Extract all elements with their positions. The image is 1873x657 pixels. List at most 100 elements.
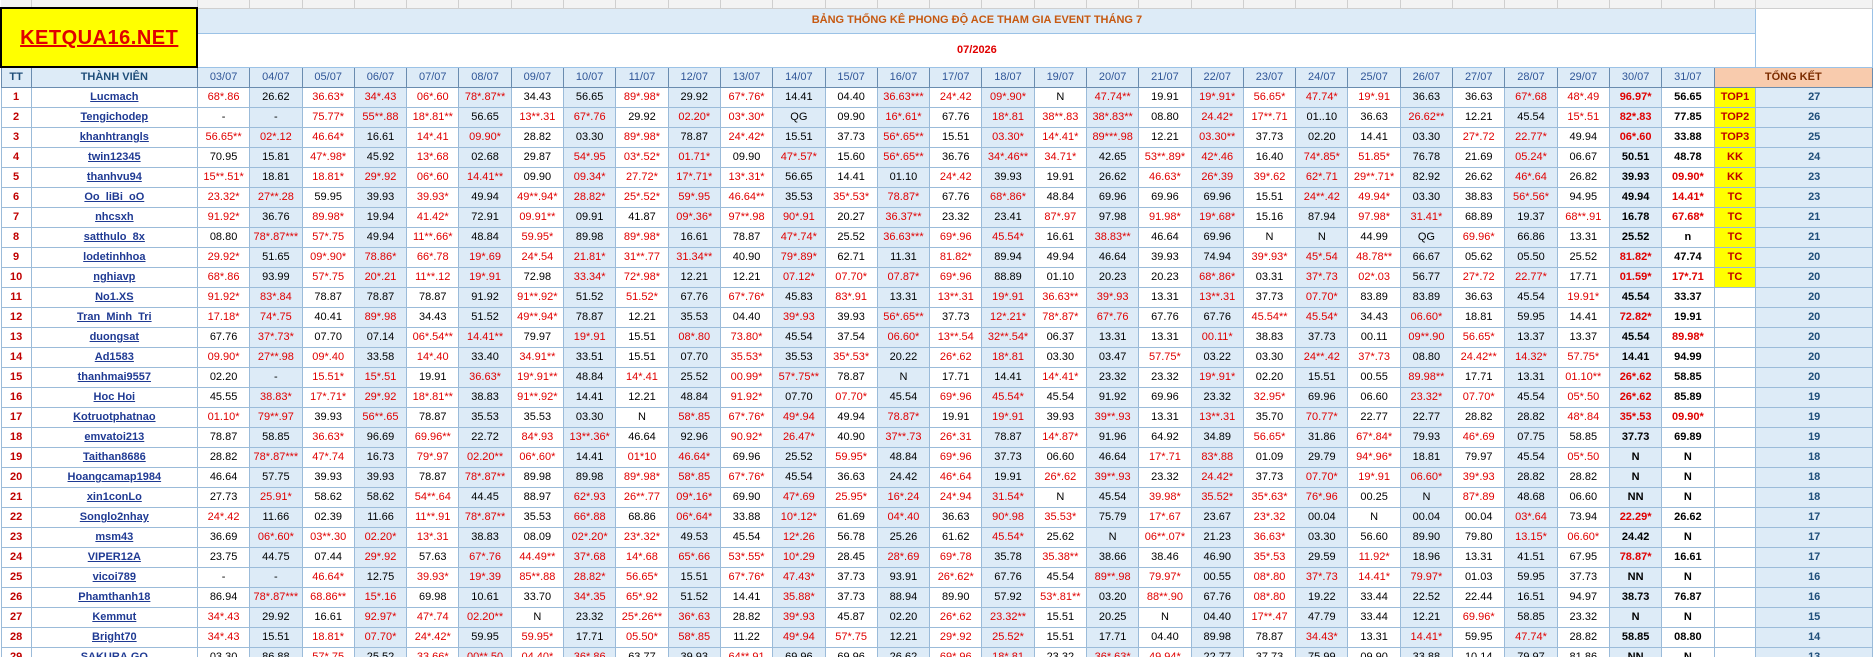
rank-badge: TOP1 bbox=[1713, 87, 1757, 108]
score-cell: 35*.53* bbox=[824, 187, 878, 208]
score-cell: 17**.71 bbox=[1242, 107, 1297, 128]
score-cell: 45.54 bbox=[1608, 287, 1663, 308]
score-cell: 36.63 bbox=[1452, 87, 1506, 108]
member-name-link[interactable]: Tengichodep bbox=[30, 107, 198, 128]
member-name-link[interactable]: vicoi789 bbox=[30, 567, 198, 588]
member-name-link[interactable]: Hoc Hoi bbox=[30, 387, 198, 408]
member-name-link[interactable]: thanhvu94 bbox=[30, 167, 198, 188]
member-name-link[interactable]: xin1conLo bbox=[30, 487, 198, 508]
rank-badge bbox=[1713, 387, 1757, 408]
score-cell: 57.63 bbox=[406, 547, 460, 568]
score-cell: 74.94 bbox=[1190, 247, 1244, 268]
member-name-link[interactable]: thanhmai9557 bbox=[30, 367, 198, 388]
total-score: 20 bbox=[1755, 347, 1873, 368]
score-cell: 47*.57* bbox=[772, 147, 826, 168]
score-cell: 69.98 bbox=[406, 587, 460, 608]
score-cell: 00.55 bbox=[1190, 567, 1244, 588]
member-name-link[interactable]: msm43 bbox=[30, 527, 198, 548]
member-name-link[interactable]: Hoangcamap1984 bbox=[30, 467, 198, 488]
member-name-link[interactable]: VIPER12A bbox=[30, 547, 198, 568]
score-cell: 57.92 bbox=[981, 587, 1035, 608]
score-cell: 23*.32* bbox=[615, 527, 669, 548]
score-cell: 03.47 bbox=[1085, 347, 1140, 368]
sheet-grid-cell bbox=[302, 0, 355, 9]
score-cell: 27.72* bbox=[615, 167, 669, 188]
member-name-link[interactable]: emvatoi213 bbox=[30, 427, 198, 448]
member-name-link[interactable]: Taithan8686 bbox=[30, 447, 198, 468]
score-cell: 26*.31 bbox=[929, 427, 983, 448]
score-cell: 09.90* bbox=[196, 347, 251, 368]
score-cell: 35.88* bbox=[772, 587, 826, 608]
member-name-link[interactable]: khanhtrangls bbox=[30, 127, 198, 148]
member-name-link[interactable]: Songlo2nhay bbox=[30, 507, 198, 528]
member-name-link[interactable]: nghiavp bbox=[30, 267, 198, 288]
score-cell: 11**.12 bbox=[406, 267, 460, 288]
row-number: 9 bbox=[0, 247, 32, 268]
member-name-link[interactable]: Oo_liBi_oO bbox=[30, 187, 198, 208]
score-cell: 35*.53* bbox=[824, 347, 878, 368]
member-name-link[interactable]: Phamthanh18 bbox=[30, 587, 198, 608]
score-cell: 96.97* bbox=[1608, 87, 1663, 108]
score-cell: 25.95* bbox=[824, 487, 878, 508]
score-cell: 48.68 bbox=[1504, 487, 1558, 508]
total-score: 17 bbox=[1755, 507, 1873, 528]
score-cell: 15.51 bbox=[1295, 367, 1349, 388]
score-cell: 87.94 bbox=[1295, 207, 1349, 228]
total-score: 20 bbox=[1755, 287, 1873, 308]
member-name-link[interactable]: SAKURA.GO bbox=[30, 647, 198, 657]
member-name-link[interactable]: Bright70 bbox=[30, 627, 198, 648]
score-cell: 13.31 bbox=[1504, 367, 1558, 388]
score-cell: 01.10 bbox=[1033, 267, 1087, 288]
score-cell: 36.63 bbox=[824, 467, 878, 488]
score-cell: 19*.91** bbox=[510, 367, 565, 388]
score-cell: 33.88 bbox=[1661, 127, 1715, 148]
site-logo[interactable]: KETQUA16.NET bbox=[20, 27, 178, 49]
score-cell: 07.70* bbox=[1295, 287, 1349, 308]
score-cell: 49.94 bbox=[353, 227, 408, 248]
member-name-link[interactable]: Tran_Minh_Tri bbox=[30, 307, 198, 328]
score-cell: 46.64** bbox=[719, 187, 774, 208]
member-name-link[interactable]: lodetinhhoa bbox=[30, 247, 198, 268]
score-cell: 19.94 bbox=[353, 207, 408, 228]
score-cell: 34.43 bbox=[406, 307, 460, 328]
member-name-link[interactable]: Kemmut bbox=[30, 607, 198, 628]
score-cell: 89.98 bbox=[510, 467, 565, 488]
row-number: 10 bbox=[0, 267, 32, 288]
score-cell: 39.93 bbox=[667, 647, 721, 657]
score-cell: 45.54 bbox=[1033, 567, 1087, 588]
table-row: 25 vicoi789- -46.64* 12.75 39.93* 19*.39 85**.… bbox=[0, 567, 1873, 588]
score-cell: 34.89 bbox=[1190, 427, 1244, 448]
total-score: 16 bbox=[1755, 567, 1873, 588]
score-cell: 07.70 bbox=[301, 327, 355, 348]
score-cell: 79.97* bbox=[1138, 567, 1192, 588]
member-name-link[interactable]: Ad1583 bbox=[30, 347, 198, 368]
score-cell: 49.94 bbox=[458, 187, 512, 208]
score-cell: 25.52 bbox=[353, 647, 408, 657]
score-cell: 56.65** bbox=[196, 127, 251, 148]
score-cell: 69*.96 bbox=[929, 647, 983, 657]
score-cell: N bbox=[1085, 527, 1140, 548]
score-cell: 25.52 bbox=[772, 447, 826, 468]
score-cell: 46.64* bbox=[301, 127, 355, 148]
score-cell: 11.22 bbox=[719, 627, 774, 648]
member-name-link[interactable]: No1.XS bbox=[30, 287, 198, 308]
score-cell: 87*.97 bbox=[1033, 207, 1087, 228]
score-cell: 78*.87** bbox=[458, 87, 512, 108]
member-name-link[interactable]: duongsat bbox=[30, 327, 198, 348]
score-cell: 11**.91 bbox=[406, 507, 460, 528]
sheet-grid-cell bbox=[668, 0, 721, 9]
member-name-link[interactable]: Kotruotphatnao bbox=[30, 407, 198, 428]
member-name-link[interactable]: twin12345 bbox=[30, 147, 198, 168]
score-cell: - bbox=[196, 107, 251, 128]
member-name-link[interactable]: nhcsxh bbox=[30, 207, 198, 228]
score-cell: 38.83** bbox=[1085, 227, 1140, 248]
member-name-link[interactable]: Lucmach bbox=[30, 87, 198, 108]
score-cell: 47.74** bbox=[1085, 87, 1140, 108]
score-cell: 35.53* bbox=[719, 347, 774, 368]
score-cell: 94*.96* bbox=[1347, 447, 1401, 468]
score-cell: 62*.71 bbox=[1295, 167, 1349, 188]
month-title: 07/2026 bbox=[196, 32, 1757, 68]
member-name-link[interactable]: satthulo_8x bbox=[30, 227, 198, 248]
score-cell: 82*.83 bbox=[1608, 107, 1663, 128]
score-cell: 69.96* bbox=[1452, 227, 1506, 248]
